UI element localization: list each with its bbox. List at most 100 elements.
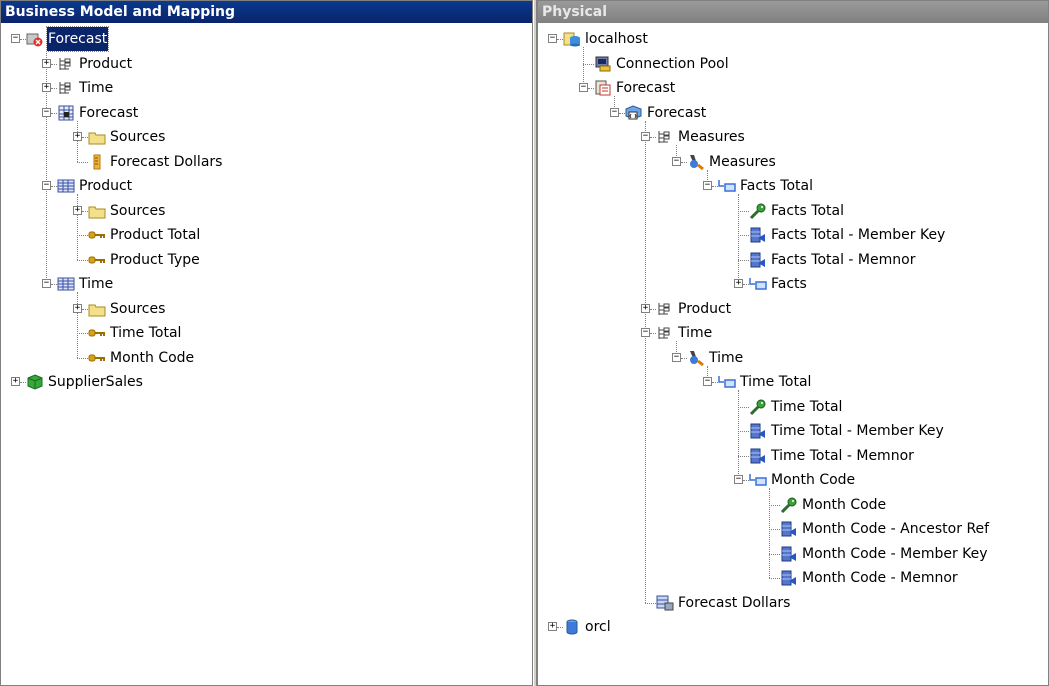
collapse-icon[interactable]: − [734,475,743,484]
key-icon [88,252,106,268]
tree-node-forecast[interactable]: − Forecast [538,101,1048,125]
level-member-icon [749,276,767,292]
tree-node-product-type[interactable]: Product Type [1,248,532,272]
expand-icon[interactable]: + [42,58,51,68]
tree-node-label: Measures [709,153,776,170]
tree-node-month-code-memnor[interactable]: Month Code - Memnor [538,566,1048,590]
tree-node-forecast-dollars[interactable]: Forecast Dollars [1,150,532,174]
collapse-icon[interactable]: − [579,83,588,92]
tree-node-time-total[interactable]: Time Total [538,395,1048,419]
tree-node-measures[interactable]: − Measures [538,150,1048,174]
tree-node-time[interactable]: − Time [538,321,1048,345]
tree-node-product[interactable]: + Product [1,52,532,76]
tree-node-label: Month Code [771,472,856,488]
level-icon [687,154,705,170]
business-model-header: Business Model and Mapping [1,1,532,23]
column-icon [780,570,798,586]
column-icon [780,546,798,562]
column-icon [749,448,767,464]
collapse-icon[interactable]: − [672,352,681,362]
tree-node-time-total-member-key[interactable]: Time Total - Member Key [538,419,1048,443]
tree-node-label: Month Code [802,496,887,513]
collapse-icon[interactable]: − [548,34,557,43]
tree-node-time-total-memnor[interactable]: Time Total - Memnor [538,444,1048,468]
tree-node-label: Facts Total - Memnor [771,251,916,268]
expand-icon[interactable]: + [73,205,82,215]
tree-node-sources[interactable]: + Sources [1,199,532,223]
collapse-icon[interactable]: − [641,132,650,141]
tree-node-label: Time Total - Memnor [771,447,914,464]
expand-icon[interactable]: + [73,132,82,141]
tree-node-month-code-ancestor-ref[interactable]: Month Code - Ancestor Ref [538,517,1048,541]
tree-node-product[interactable]: + Product [538,297,1048,321]
key-icon [88,350,106,366]
physical-tree[interactable]: − localhost Connection Pool − Forecast − Forec… [538,23,1048,685]
key-icon [88,325,106,341]
collapse-icon[interactable]: − [42,181,51,190]
expand-icon[interactable]: + [42,83,51,92]
expand-icon[interactable]: + [11,377,20,386]
folder-icon [88,301,106,317]
tree-node-sources[interactable]: + Sources [1,297,532,321]
tree-node-month-code[interactable]: Month Code [1,346,532,370]
collapse-icon[interactable]: − [672,156,681,166]
collapse-icon[interactable]: − [703,181,712,190]
tree-node-forecast[interactable]: − Forecast [538,76,1048,100]
tree-node-forecast[interactable]: − Forecast [1,101,532,125]
tree-node-label: Forecast [45,26,110,52]
tree-node-label: Month Code - Member Key [802,545,988,562]
tree-node-label: Forecast [79,104,139,121]
tree-node-month-code-member-key[interactable]: Month Code - Member Key [538,542,1048,566]
tree-node-facts-total-member-key[interactable]: Facts Total - Member Key [538,223,1048,247]
tree-node-time-total[interactable]: Time Total [1,321,532,345]
tree-node-product[interactable]: − Product [1,174,532,198]
tree-node-label: Time [678,325,713,341]
tree-node-orcl[interactable]: + orcl [538,615,1048,639]
tree-node-time[interactable]: − Time [1,272,532,296]
collapse-icon[interactable]: − [641,328,650,337]
tree-node-time[interactable]: − Time [538,346,1048,370]
tree-node-label: Forecast Dollars [110,153,223,170]
tree-node-facts-total[interactable]: Facts Total [538,199,1048,223]
tree-node-label: Time [79,80,114,96]
tree-node-label: Sources [110,129,166,145]
expand-icon[interactable]: + [641,303,650,313]
business-model-icon [26,31,44,47]
tree-node-label: Time Total [740,374,812,390]
dimension-table-icon [57,276,75,292]
tree-node-suppliersales[interactable]: + SupplierSales [1,370,532,394]
tree-node-month-code[interactable]: Month Code [538,493,1048,517]
tree-node-product-total[interactable]: Product Total [1,223,532,247]
column-key-icon [749,203,767,219]
column-key-icon [780,497,798,513]
collapse-icon[interactable]: − [610,107,619,117]
tree-node-label: orcl [585,619,611,635]
tree-node-time[interactable]: + Time [1,76,532,100]
expand-icon[interactable]: + [73,303,82,313]
tree-node-forecast[interactable]: − Forecast [1,26,532,52]
tree-node-label: Measures [678,129,745,145]
key-icon [88,227,106,243]
level-icon [687,350,705,366]
tree-node-localhost[interactable]: − localhost [538,27,1048,51]
tree-node-facts-total[interactable]: − Facts Total [538,174,1048,198]
tree-node-forecast-dollars[interactable]: Forecast Dollars [538,591,1048,615]
collapse-icon[interactable]: − [42,107,51,117]
tree-node-sources[interactable]: + Sources [1,125,532,149]
tree-node-connection-pool[interactable]: Connection Pool [538,52,1048,76]
tree-node-measures[interactable]: − Measures [538,125,1048,149]
collapse-icon[interactable]: − [42,279,51,288]
measure-column-icon [656,595,674,611]
collapse-icon[interactable]: − [703,377,712,386]
expand-icon[interactable]: + [734,279,743,288]
tree-node-facts[interactable]: + Facts [538,272,1048,296]
tree-node-label: SupplierSales [48,374,143,390]
tree-node-label: Time [709,349,744,366]
tree-node-month-code[interactable]: − Month Code [538,468,1048,492]
tree-node-time-total[interactable]: − Time Total [538,370,1048,394]
tree-node-facts-total-memnor[interactable]: Facts Total - Memnor [538,248,1048,272]
business-model-tree[interactable]: − Forecast + Product + Time − Forecast + Sources F… [1,23,532,685]
collapse-icon[interactable]: − [11,34,20,43]
expand-icon[interactable]: + [548,622,557,631]
tree-node-label: Sources [110,300,166,317]
